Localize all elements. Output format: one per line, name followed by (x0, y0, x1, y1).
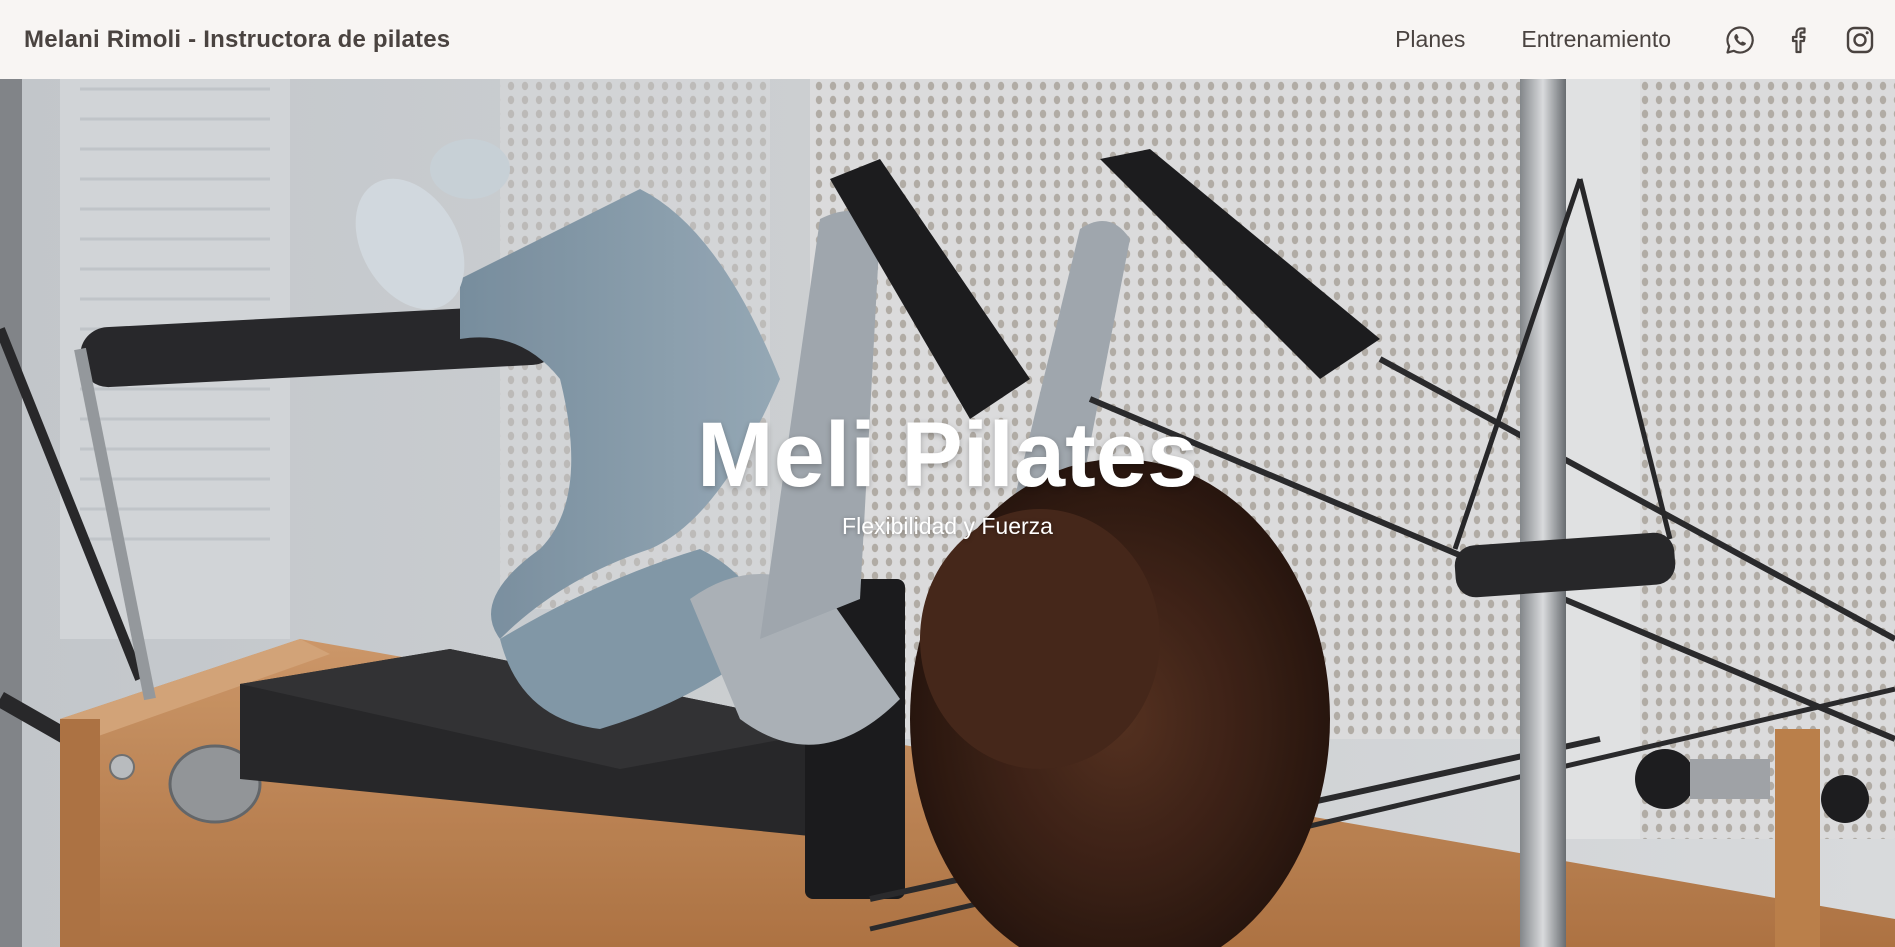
hero-title: Meli Pilates (696, 404, 1199, 506)
navbar: Melani Rimoli - Instructora de pilates P… (0, 0, 1895, 79)
hero-text: Meli Pilates Flexibilidad y Fuerza (0, 409, 1895, 540)
whatsapp-icon[interactable] (1723, 23, 1757, 57)
brand-link[interactable]: Melani Rimoli - Instructora de pilates (24, 26, 450, 54)
social-links (1723, 23, 1877, 57)
hero-subtitle: Flexibilidad y Fuerza (842, 513, 1053, 539)
instagram-icon[interactable] (1843, 23, 1877, 57)
facebook-icon[interactable] (1783, 23, 1817, 57)
nav-menu: Planes Entrenamiento (1395, 23, 1877, 57)
nav-link-entrenamiento[interactable]: Entrenamiento (1521, 26, 1671, 53)
hero-section: Meli Pilates Flexibilidad y Fuerza (0, 79, 1895, 947)
nav-link-planes[interactable]: Planes (1395, 26, 1465, 53)
